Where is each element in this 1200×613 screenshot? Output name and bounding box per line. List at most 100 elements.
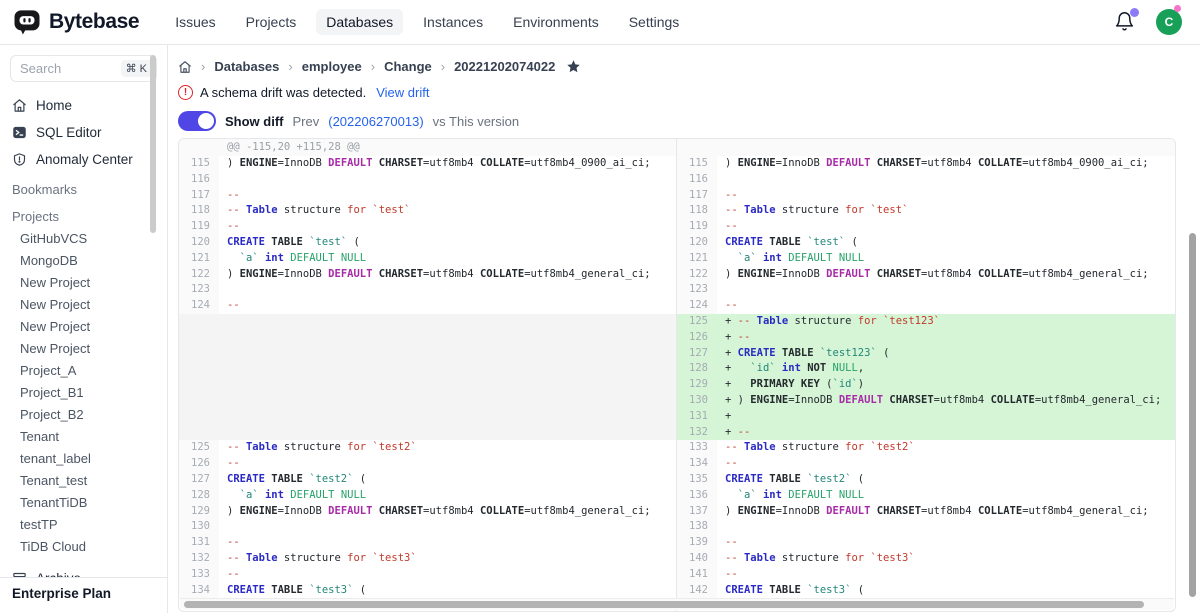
line-number: 129: [677, 377, 717, 393]
line-number: 120: [179, 235, 219, 251]
diff-row: 127+ CREATE TABLE `test123` (: [677, 346, 1175, 362]
vs-label: vs This version: [433, 114, 519, 129]
diff-row: 123: [677, 282, 1175, 298]
sidebar-project-project-a[interactable]: Project_A: [0, 359, 167, 381]
terminal-icon: [12, 125, 27, 140]
sidebar-project-new-project[interactable]: New Project: [0, 337, 167, 359]
line-number: 136: [677, 488, 717, 504]
diff-row: 135CREATE TABLE `test2` (: [677, 472, 1175, 488]
diff-row: 119--: [677, 219, 1175, 235]
diff-row: 118-- Table structure for `test`: [677, 203, 1175, 219]
sidebar-project-tidb-cloud[interactable]: TiDB Cloud: [0, 535, 167, 557]
line-number: 115: [179, 156, 219, 172]
line-number: 121: [677, 251, 717, 267]
main-nav: Issues Projects Databases Instances Environm…: [165, 9, 689, 35]
sidebar-item-label: Anomaly Center: [36, 152, 133, 167]
code-line: CREATE TABLE `test3` (: [219, 583, 676, 599]
sidebar-project-mongodb[interactable]: MongoDB: [0, 249, 167, 271]
sidebar-projects-list: GitHubVCSMongoDBNew ProjectNew ProjectNe…: [0, 227, 167, 557]
sidebar-item-home[interactable]: Home: [0, 92, 167, 119]
breadcrumb-item-employee[interactable]: employee: [302, 59, 362, 74]
sidebar-project-tenanttidb[interactable]: TenantTiDB: [0, 491, 167, 513]
sidebar-project-tenant[interactable]: Tenant: [0, 425, 167, 447]
sidebar-project-testtp[interactable]: testTP: [0, 513, 167, 535]
toggle-knob: [198, 113, 214, 129]
nav-item-settings[interactable]: Settings: [619, 9, 690, 35]
diff-row: 125-- Table structure for `test2`: [179, 440, 676, 456]
brand[interactable]: Bytebase: [12, 7, 139, 37]
diff-row: 137) ENGINE=InnoDB DEFAULT CHARSET=utf8m…: [677, 504, 1175, 520]
search-box[interactable]: ⌘ K: [10, 55, 157, 82]
code-line: CREATE TABLE `test2` (: [219, 472, 676, 488]
hunk-header: @@ -115,20 +115,28 @@: [179, 139, 676, 156]
diff-row: 132-- Table structure for `test3`: [179, 551, 676, 567]
line-number: 141: [677, 567, 717, 583]
line-number: 140: [677, 551, 717, 567]
sidebar-project-tenant-label[interactable]: tenant_label: [0, 447, 167, 469]
diff-row: 131+: [677, 409, 1175, 425]
line-number: 137: [677, 504, 717, 520]
show-diff-toggle[interactable]: [178, 111, 216, 131]
line-number: 119: [677, 219, 717, 235]
line-number: 142: [677, 583, 717, 599]
bookmark-star-icon[interactable]: [566, 59, 581, 74]
sidebar-project-githubvcs[interactable]: GitHubVCS: [0, 227, 167, 249]
sidebar-item-label: Home: [36, 98, 72, 113]
sidebar-project-new-project[interactable]: New Project: [0, 315, 167, 337]
code-line: + --: [717, 330, 1175, 346]
sidebar-item-sql-editor[interactable]: SQL Editor: [0, 119, 167, 146]
nav-item-issues[interactable]: Issues: [165, 9, 225, 35]
search-input[interactable]: [20, 61, 106, 76]
sidebar-scrollbar[interactable]: [150, 55, 156, 233]
code-line: --: [219, 188, 676, 204]
sidebar-project-new-project[interactable]: New Project: [0, 271, 167, 293]
diff-row: 139--: [677, 535, 1175, 551]
sidebar-project-new-project[interactable]: New Project: [0, 293, 167, 315]
code-line: ) ENGINE=InnoDB DEFAULT CHARSET=utf8mb4 …: [219, 267, 676, 283]
top-navbar: Bytebase Issues Projects Databases Instance…: [0, 0, 1200, 45]
breadcrumb-separator: ›: [288, 59, 292, 74]
sidebar: ⌘ K Home SQL Editor: [0, 45, 168, 613]
diff-pane-current: 115) ENGINE=InnoDB DEFAULT CHARSET=utf8m…: [677, 139, 1175, 611]
plan-badge[interactable]: Enterprise Plan: [0, 577, 167, 613]
line-number: 130: [179, 519, 219, 535]
code-line: --: [717, 456, 1175, 472]
code-line: + PRIMARY KEY (`id`): [717, 377, 1175, 393]
sidebar-project-project-b2[interactable]: Project_B2: [0, 403, 167, 425]
breadcrumb-home-icon[interactable]: [178, 60, 192, 74]
schema-diff-viewer[interactable]: @@ -115,20 +115,28 @@ 115) ENGINE=InnoDB…: [178, 138, 1176, 612]
breadcrumb-item-change[interactable]: Change: [384, 59, 432, 74]
line-number: 128: [179, 488, 219, 504]
code-line: + --: [717, 425, 1175, 441]
user-menu[interactable]: C: [1156, 9, 1182, 35]
app-shell: ⌘ K Home SQL Editor: [0, 45, 1200, 613]
code-line: CREATE TABLE `test` (: [717, 235, 1175, 251]
bytebase-app: Bytebase Issues Projects Databases Instance…: [0, 0, 1200, 613]
diff-row: 127CREATE TABLE `test2` (: [179, 472, 676, 488]
nav-item-environments[interactable]: Environments: [503, 9, 609, 35]
nav-item-instances[interactable]: Instances: [413, 9, 493, 35]
breadcrumb-separator: ›: [201, 59, 205, 74]
code-line: + `id` int NOT NULL,: [717, 361, 1175, 377]
page-vertical-scrollbar[interactable]: [1189, 233, 1196, 597]
line-number: 121: [179, 251, 219, 267]
view-drift-link[interactable]: View drift: [376, 85, 429, 100]
breadcrumb-item-version[interactable]: 20221202074022: [454, 59, 555, 74]
nav-item-databases[interactable]: Databases: [316, 9, 403, 35]
sidebar-project-tenant-test[interactable]: Tenant_test: [0, 469, 167, 491]
nav-item-projects[interactable]: Projects: [236, 9, 307, 35]
line-number: 139: [677, 535, 717, 551]
sidebar-item-anomaly-center[interactable]: Anomaly Center: [0, 146, 167, 173]
diff-horizontal-scrollbar[interactable]: [184, 601, 1144, 608]
notifications-button[interactable]: [1114, 11, 1136, 33]
code-line: --: [219, 535, 676, 551]
sidebar-project-project-b1[interactable]: Project_B1: [0, 381, 167, 403]
line-number: 131: [179, 535, 219, 551]
code-line: -- Table structure for `test`: [717, 203, 1175, 219]
line-number: 123: [677, 282, 717, 298]
diff-pane-previous: @@ -115,20 +115,28 @@ 115 ) ENGINE=InnoDB…: [179, 139, 677, 611]
diff-row: 124--: [179, 298, 676, 314]
prev-version-link[interactable]: (202206270013): [328, 114, 423, 129]
breadcrumb-item-databases[interactable]: Databases: [214, 59, 279, 74]
line-number: 124: [179, 298, 219, 314]
